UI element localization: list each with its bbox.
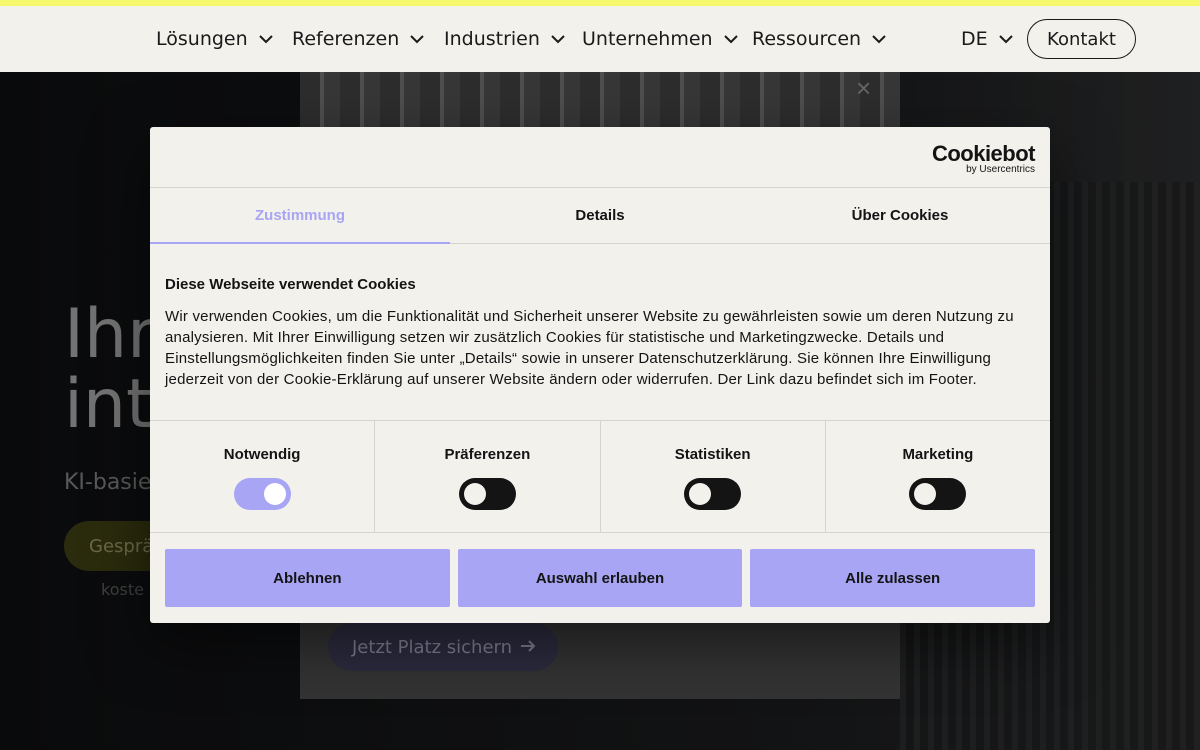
- nav-item-unternehmen[interactable]: Unternehmen: [582, 6, 739, 72]
- cookiebot-logo: Cookiebot by Usercentrics: [932, 141, 1036, 175]
- chevron-down-icon: [258, 31, 274, 47]
- tab-zustimmung[interactable]: Zustimmung: [150, 188, 450, 244]
- toggle-marketing[interactable]: [909, 478, 967, 510]
- chevron-down-icon: [998, 31, 1014, 47]
- accept-all-button[interactable]: Alle zulassen: [750, 549, 1036, 607]
- nav-item-referenzen[interactable]: Referenzen: [292, 6, 425, 72]
- nav-item-ressourcen[interactable]: Ressourcen: [752, 6, 887, 72]
- nav-item-label: Unternehmen: [582, 28, 713, 50]
- dialog-actions: Ablehnen Auswahl erlauben Alle zulassen: [165, 549, 1036, 607]
- category-praeferenzen: Präferenzen: [375, 421, 601, 532]
- consent-categories: Notwendig Präferenzen Statistiken Market…: [150, 420, 1050, 533]
- dialog-text: Wir verwenden Cookies, um die Funktional…: [165, 308, 1014, 388]
- category-label: Präferenzen: [444, 446, 531, 463]
- dialog-header: Cookiebot by Usercentrics: [150, 127, 1050, 188]
- tab-ueber-cookies[interactable]: Über Cookies: [750, 188, 1050, 243]
- category-label: Notwendig: [223, 446, 301, 463]
- reject-button[interactable]: Ablehnen: [165, 549, 450, 607]
- chevron-down-icon: [723, 31, 739, 47]
- dialog-tabs: Zustimmung Details Über Cookies: [150, 188, 1050, 244]
- dialog-title: Diese Webseite verwendet Cookies: [165, 276, 416, 293]
- category-label: Marketing: [902, 446, 974, 463]
- main-nav: Lösungen Referenzen Industrien Unternehm…: [0, 6, 1200, 72]
- category-label: Statistiken: [674, 446, 751, 463]
- chevron-down-icon: [409, 31, 425, 47]
- toggle-notwendig[interactable]: [233, 478, 291, 510]
- category-notwendig: Notwendig: [150, 421, 376, 532]
- toggle-statistiken[interactable]: [684, 478, 742, 510]
- category-statistiken: Statistiken: [601, 421, 826, 532]
- cookie-consent-dialog: Cookiebot by Usercentrics Zustimmung Det…: [150, 127, 1050, 623]
- chevron-down-icon: [871, 31, 887, 47]
- nav-item-label: Lösungen: [156, 28, 248, 50]
- nav-item-industrien[interactable]: Industrien: [444, 6, 566, 72]
- nav-item-loesungen[interactable]: Lösungen: [156, 6, 274, 72]
- language-label: DE: [961, 28, 988, 50]
- nav-item-label: Referenzen: [292, 28, 400, 50]
- contact-button[interactable]: Kontakt: [1027, 19, 1136, 59]
- category-marketing: Marketing: [826, 421, 1050, 532]
- language-selector[interactable]: DE: [961, 6, 1014, 72]
- tab-details[interactable]: Details: [450, 188, 750, 243]
- chevron-down-icon: [550, 31, 566, 47]
- allow-selection-button[interactable]: Auswahl erlauben: [457, 549, 743, 607]
- nav-item-label: Ressourcen: [752, 28, 862, 50]
- toggle-praeferenzen[interactable]: [458, 478, 516, 510]
- nav-item-label: Industrien: [444, 28, 540, 50]
